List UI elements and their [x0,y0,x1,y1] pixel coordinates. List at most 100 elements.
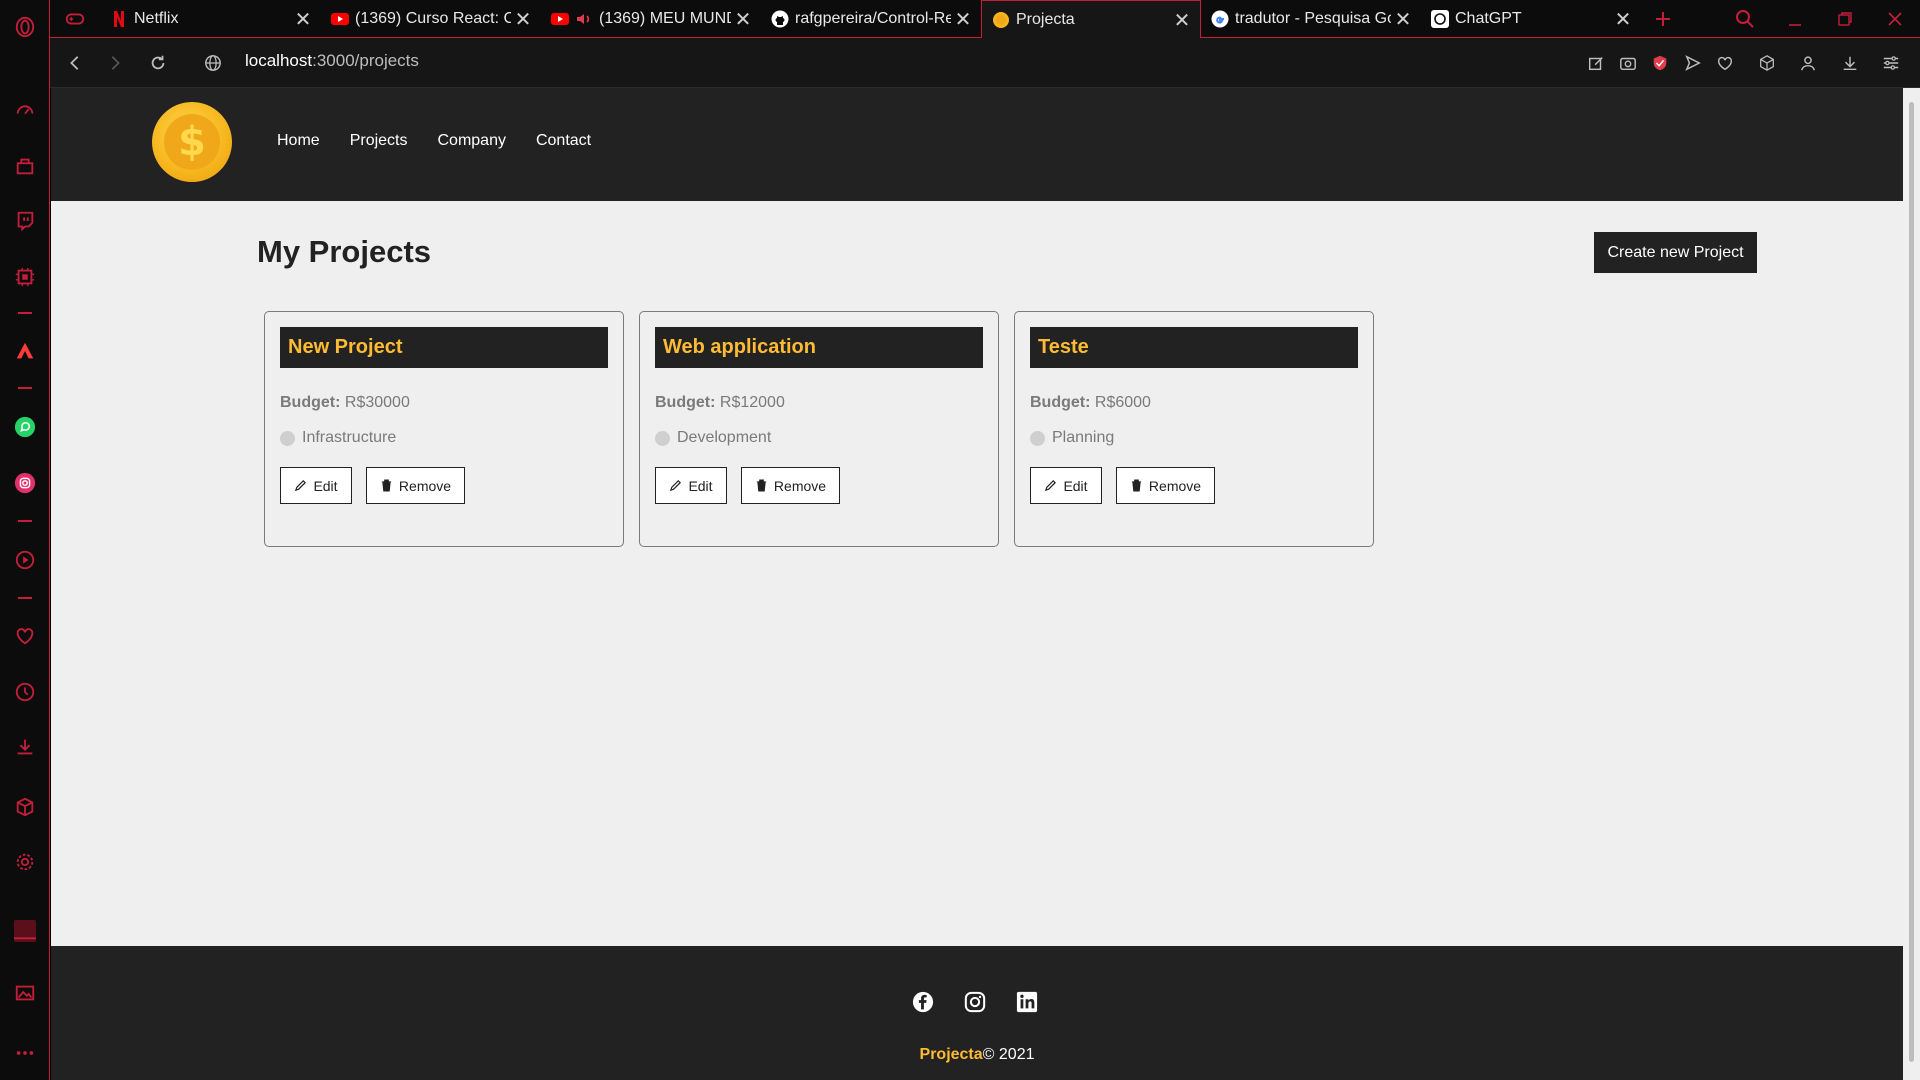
remove-button[interactable]: Remove [1116,467,1215,504]
close-icon[interactable]: ✕ [291,7,315,31]
copyright: Projecta© 2021 [51,1046,1903,1064]
tab-youtube-curso[interactable]: (1369) Curso React: Co ✕ [321,0,541,38]
budget-value: R$6000 [1094,394,1151,411]
chatgpt-icon [1431,10,1449,28]
twitch-icon[interactable] [12,208,38,234]
category-label: Development [677,429,772,446]
extensions-icon[interactable] [12,794,38,820]
tab-github[interactable]: rafgpereira/Control-Re ✕ [761,0,981,38]
browser-sidebar [0,0,50,1080]
trash-icon [1131,479,1142,492]
close-icon[interactable]: ✕ [1170,8,1194,32]
close-icon[interactable]: ✕ [511,7,535,31]
project-category: Development [655,429,771,447]
copyright-text: © 2021 [982,1046,1035,1063]
history-icon[interactable] [12,679,38,705]
gx-control-icon[interactable] [12,97,38,123]
url-host: localhost [245,51,313,70]
nav-contact[interactable]: Contact [536,132,591,150]
budget-value: R$12000 [719,394,785,411]
account-icon[interactable] [1796,51,1820,75]
instagram-app-icon[interactable] [12,470,38,496]
remove-button[interactable]: Remove [741,467,840,504]
create-project-button[interactable]: Create new Project [1594,232,1757,273]
search-tabs-icon[interactable] [1720,0,1770,38]
edit-button[interactable]: Edit [280,467,352,504]
aria-icon[interactable] [12,338,38,364]
page-title: My Projects [257,234,432,269]
speaker-icon[interactable] [575,10,593,28]
site-nav-links: Home Projects Company Contact [277,132,591,150]
category-dot-icon [655,430,670,446]
download-icon[interactable] [1838,51,1862,75]
back-icon[interactable] [62,50,88,76]
snapshot-edit-icon[interactable] [1584,51,1608,75]
minimize-icon[interactable] [1770,0,1820,38]
nav-home[interactable]: Home [277,132,320,150]
pencil-icon [295,480,307,492]
whatsapp-icon[interactable] [12,414,38,440]
remove-label: Remove [1148,477,1202,494]
tab-google-tradutor[interactable]: tradutor - Pesquisa Go ✕ [1201,0,1421,38]
sidebar-divider [18,597,32,599]
ad-blocker-icon[interactable] [1648,51,1672,75]
bookmark-heart-icon[interactable] [1713,51,1737,75]
close-icon[interactable]: ✕ [951,7,975,31]
edit-button[interactable]: Edit [1030,467,1102,504]
tab-netflix[interactable]: Netflix ✕ [100,0,321,38]
gx-corner-icon[interactable] [12,153,38,179]
close-window-icon[interactable] [1870,0,1920,38]
opera-menu-icon[interactable] [12,14,38,40]
trash-icon [756,479,767,492]
easy-setup-icon[interactable] [1879,51,1903,75]
tab-title: (1369) Curso React: Co [355,10,511,27]
dollar-coin-icon: $ [164,114,220,170]
edit-button[interactable]: Edit [655,467,727,504]
edit-label: Edit [688,477,713,494]
category-label: Infrastructure [302,429,397,446]
gallery-icon[interactable] [12,980,38,1006]
scrollbar-thumb[interactable] [1909,102,1914,1062]
send-icon[interactable] [1681,51,1705,75]
restore-icon[interactable] [1820,0,1870,38]
nav-company[interactable]: Company [437,132,505,150]
coin-icon [992,11,1010,29]
heart-icon[interactable] [12,623,38,649]
nav-projects[interactable]: Projects [350,132,408,150]
linkedin-icon[interactable] [1015,990,1039,1014]
edit-label: Edit [313,477,338,494]
address-bar: localhost:3000/projects [50,38,1920,88]
forward-icon[interactable] [102,50,128,76]
close-icon[interactable]: ✕ [731,7,755,31]
page-viewport: $ Home Projects Company Contact My Proje… [51,88,1903,1080]
pencil-icon [1045,480,1057,492]
reload-icon[interactable] [145,50,171,76]
tab-title: tradutor - Pesquisa Go [1235,10,1391,27]
more-icon[interactable] [12,1040,38,1066]
tab-youtube-meu-mundo[interactable]: (1369) MEU MUND ✕ [541,0,761,38]
tab-projecta[interactable]: Projecta ✕ [981,0,1201,39]
remove-button[interactable]: Remove [366,467,465,504]
netflix-icon [110,10,128,28]
settings-icon[interactable] [12,849,38,875]
category-dot-icon [280,430,295,446]
new-tab-button[interactable] [1638,0,1688,38]
downloads-icon[interactable] [12,734,38,760]
page-scrollbar[interactable] [1903,88,1920,1080]
cpu-limiter-icon[interactable] [12,264,38,290]
projecta-logo[interactable]: $ [152,102,232,182]
close-icon[interactable]: ✕ [1611,7,1635,31]
tab-chatgpt[interactable]: ChatGPT ✕ [1421,0,1641,38]
facebook-icon[interactable] [911,990,935,1014]
globe-icon[interactable] [200,50,226,76]
remove-label: Remove [773,477,827,494]
close-icon[interactable]: ✕ [1391,7,1415,31]
player-icon[interactable] [12,547,38,573]
gamepad-icon[interactable] [62,6,88,32]
project-budget: Budget: R$6000 [1030,394,1151,412]
instagram-icon[interactable] [963,990,987,1014]
url-field[interactable]: localhost:3000/projects [245,51,419,71]
wallpaper-thumbnail[interactable] [12,918,38,944]
extensions-cube-icon[interactable] [1755,51,1779,75]
camera-icon[interactable] [1616,51,1640,75]
